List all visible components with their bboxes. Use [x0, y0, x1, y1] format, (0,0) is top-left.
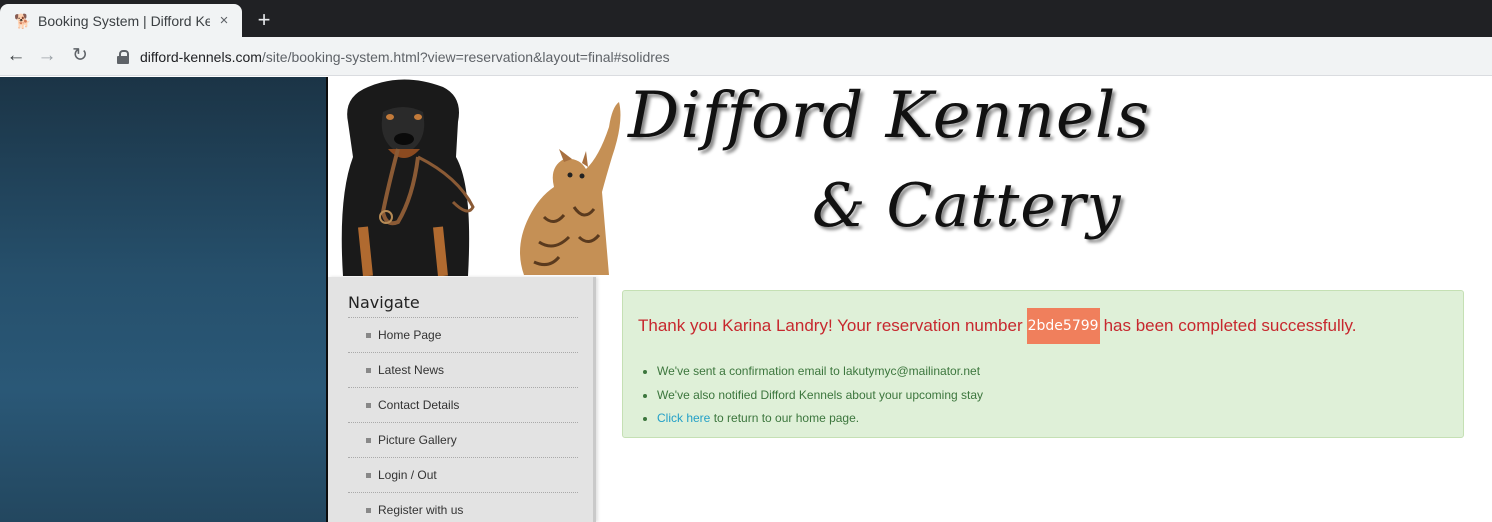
lock-icon[interactable] — [116, 49, 130, 64]
sidebar-menu: Home Page Latest News Contact Details Pi… — [348, 317, 578, 522]
sidebar-item-label[interactable]: Register with us — [378, 503, 463, 517]
reservation-success-alert: Thank you Karina Landry! Your reservatio… — [622, 290, 1464, 438]
reload-icon[interactable]: ↻ — [68, 44, 92, 68]
confirmation-details-list: We've sent a confirmation email to lakut… — [657, 360, 983, 431]
reservation-number-badge: 2bde5799 — [1026, 308, 1100, 344]
square-bullet-icon — [366, 507, 371, 513]
close-tab-icon[interactable]: × — [216, 12, 232, 29]
confirmation-title-suffix: has been completed successfully. — [1103, 316, 1357, 335]
web-page: Difford Kennels & Cattery Navigate Home … — [0, 77, 1492, 522]
site-header: Difford Kennels & Cattery — [328, 77, 1492, 277]
list-item: Click here to return to our home page. — [657, 407, 983, 431]
square-bullet-icon — [366, 472, 371, 478]
confirmation-title-prefix: Thank you Karina Landry! Your reservatio… — [638, 316, 1023, 335]
back-arrow-icon[interactable]: ← — [4, 44, 28, 68]
logo-title: Difford Kennels — [628, 79, 1151, 153]
forward-arrow-icon[interactable]: → — [35, 44, 59, 68]
sidebar-heading: Navigate — [348, 293, 420, 312]
dog-favicon-icon: 🐕 — [14, 12, 32, 29]
page-background — [0, 77, 326, 522]
address-bar[interactable]: difford-kennels.com/site/booking-system.… — [106, 41, 1486, 72]
browser-tab[interactable]: 🐕 Booking System | Difford Kennels & Cat… — [0, 4, 242, 37]
sidebar-item-label[interactable]: Picture Gallery — [378, 433, 457, 447]
square-bullet-icon — [366, 402, 371, 408]
confirmation-title: Thank you Karina Landry! Your reservatio… — [638, 308, 1357, 344]
sidebar-item-home-page[interactable]: Home Page — [348, 318, 578, 353]
home-page-link[interactable]: Click here — [657, 411, 710, 425]
browser-toolbar: ← → ↻ difford-kennels.com/site/booking-s… — [0, 37, 1492, 76]
list-item: We've also notified Difford Kennels abou… — [657, 384, 983, 408]
url-text[interactable]: difford-kennels.com/site/booking-system.… — [140, 49, 670, 65]
logo-subtitle: & Cattery — [812, 171, 1122, 241]
dog-image — [341, 79, 475, 276]
sidebar-item-register[interactable]: Register with us — [348, 493, 578, 522]
sidebar-navigation: Navigate Home Page Latest News Contact D… — [328, 277, 596, 522]
sidebar-item-label[interactable]: Latest News — [378, 363, 444, 377]
sidebar-item-picture-gallery[interactable]: Picture Gallery — [348, 423, 578, 458]
list-item: We've sent a confirmation email to lakut… — [657, 360, 983, 384]
sidebar-item-label[interactable]: Contact Details — [378, 398, 459, 412]
sidebar-item-label[interactable]: Home Page — [378, 328, 441, 342]
sidebar-item-label[interactable]: Login / Out — [378, 468, 437, 482]
square-bullet-icon — [366, 332, 371, 338]
tab-title: Booking System | Difford Kennels & Catte… — [38, 12, 210, 29]
link-suffix-text: to return to our home page. — [710, 411, 860, 425]
sidebar-item-login-out[interactable]: Login / Out — [348, 458, 578, 493]
square-bullet-icon — [366, 437, 371, 443]
browser-tab-bar: 🐕 Booking System | Difford Kennels & Cat… — [0, 0, 1492, 37]
sidebar-item-latest-news[interactable]: Latest News — [348, 353, 578, 388]
cat-image — [520, 102, 621, 275]
sidebar-item-contact-details[interactable]: Contact Details — [348, 388, 578, 423]
new-tab-button[interactable]: + — [252, 8, 276, 32]
square-bullet-icon — [366, 367, 371, 373]
